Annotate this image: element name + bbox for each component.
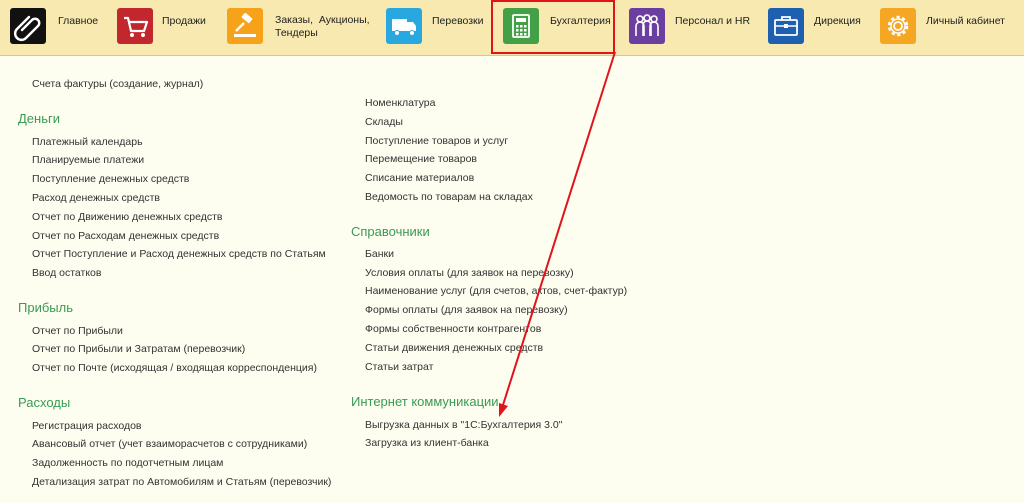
menu-item[interactable]: Склады xyxy=(365,116,403,128)
menu-item[interactable]: Регистрация расходов xyxy=(32,420,142,432)
nav-item-management[interactable]: Дирекция xyxy=(760,0,870,55)
shopping-cart-icon xyxy=(117,8,153,44)
nav-label: Бухгалтерия xyxy=(550,15,611,27)
menu-item[interactable]: Номенклатура xyxy=(365,97,435,109)
section-title-money: Деньги xyxy=(18,111,60,126)
nav-label: Главное xyxy=(58,15,99,27)
menu-item[interactable]: Формы оплаты (для заявок на перевозку) xyxy=(365,304,568,316)
people-icon xyxy=(629,8,665,44)
menu-item[interactable]: Платежный календарь xyxy=(32,136,143,148)
briefcase-icon xyxy=(768,8,804,44)
menu-item[interactable]: Формы собственности контрагентов xyxy=(365,323,541,335)
nav-item-personal-account[interactable]: Личный кабинет xyxy=(870,0,1024,55)
menu-item[interactable]: Наименование услуг (для счетов, актов, с… xyxy=(365,285,627,297)
section-title-profit: Прибыль xyxy=(18,300,73,315)
menu-item[interactable]: Отчет по Прибыли xyxy=(32,325,123,337)
menu-item[interactable]: Банки xyxy=(365,248,394,260)
menu-item[interactable]: Списание материалов xyxy=(365,172,474,184)
gear-icon xyxy=(880,8,916,44)
nav-item-sales[interactable]: Продажи xyxy=(110,0,220,55)
top-navigation-bar: Главное Продажи Заказы, Аукционы, Тендер… xyxy=(0,0,1024,56)
menu-item[interactable]: Отчет по Прибыли и Затратам (перевозчик) xyxy=(32,343,245,355)
menu-item[interactable]: Ввод остатков xyxy=(32,267,101,279)
nav-item-accounting[interactable]: Бухгалтерия xyxy=(490,0,620,55)
menu-item[interactable]: Отчет по Почте (исходящая / входящая кор… xyxy=(32,362,317,374)
nav-item-main[interactable]: Главное xyxy=(0,0,110,55)
nav-item-orders[interactable]: Заказы, Аукционы, Тендеры xyxy=(220,0,380,55)
menu-item[interactable]: Задолженность по подотчетным лицам xyxy=(32,457,223,469)
menu-item[interactable]: Детализация затрат по Автомобилям и Стат… xyxy=(32,476,331,488)
paperclip-icon xyxy=(10,8,46,44)
nav-label: Перевозки xyxy=(432,15,484,27)
menu-item-bank-import[interactable]: Загрузка из клиент-банка xyxy=(365,437,489,449)
truck-icon xyxy=(386,8,422,44)
gavel-icon xyxy=(227,8,263,44)
section-title-internet: Интернет коммуникации xyxy=(351,394,499,409)
nav-label: Заказы, Аукционы, Тендеры xyxy=(275,14,370,39)
menu-item[interactable]: Поступление товаров и услуг xyxy=(365,135,508,147)
nav-label: Персонал и HR xyxy=(675,15,751,27)
menu-item[interactable]: Авансовый отчет (учет взаиморасчетов с с… xyxy=(32,438,307,450)
section-title-expenses: Расходы xyxy=(18,395,71,410)
menu-item-cut[interactable]: Счета фактуры (создание, журнал) xyxy=(32,78,203,90)
menu-item[interactable]: Отчет Поступление и Расход денежных сред… xyxy=(32,248,326,260)
menu-item[interactable]: Отчет по Расходам денежных средств xyxy=(32,230,219,242)
menu-item-export-1c[interactable]: Выгрузка данных в "1С:Бухгалтерия 3.0" xyxy=(365,419,562,431)
nav-label: Дирекция xyxy=(814,15,861,27)
calculator-icon xyxy=(503,8,539,44)
nav-label: Личный кабинет xyxy=(926,15,1005,27)
menu-item[interactable]: Статьи движения денежных средств xyxy=(365,342,543,354)
menu-item[interactable]: Условия оплаты (для заявок на перевозку) xyxy=(365,267,574,279)
menu-item[interactable]: Ведомость по товарам на складах xyxy=(365,191,533,203)
section-title-references: Справочники xyxy=(351,224,430,239)
menu-item[interactable]: Отчет по Движению денежных средств xyxy=(32,211,222,223)
menu-item[interactable]: Расход денежных средств xyxy=(32,192,160,204)
nav-item-hr[interactable]: Персонал и HR xyxy=(620,0,760,55)
accounting-menu: Счета фактуры (создание, журнал) Деньги … xyxy=(0,56,1024,503)
nav-item-transport[interactable]: Перевозки xyxy=(380,0,490,55)
menu-item[interactable]: Поступление денежных средств xyxy=(32,173,189,185)
nav-label: Продажи xyxy=(162,15,206,27)
menu-item[interactable]: Планируемые платежи xyxy=(32,154,144,166)
menu-item[interactable]: Статьи затрат xyxy=(365,361,433,373)
menu-item[interactable]: Перемещение товаров xyxy=(365,153,477,165)
